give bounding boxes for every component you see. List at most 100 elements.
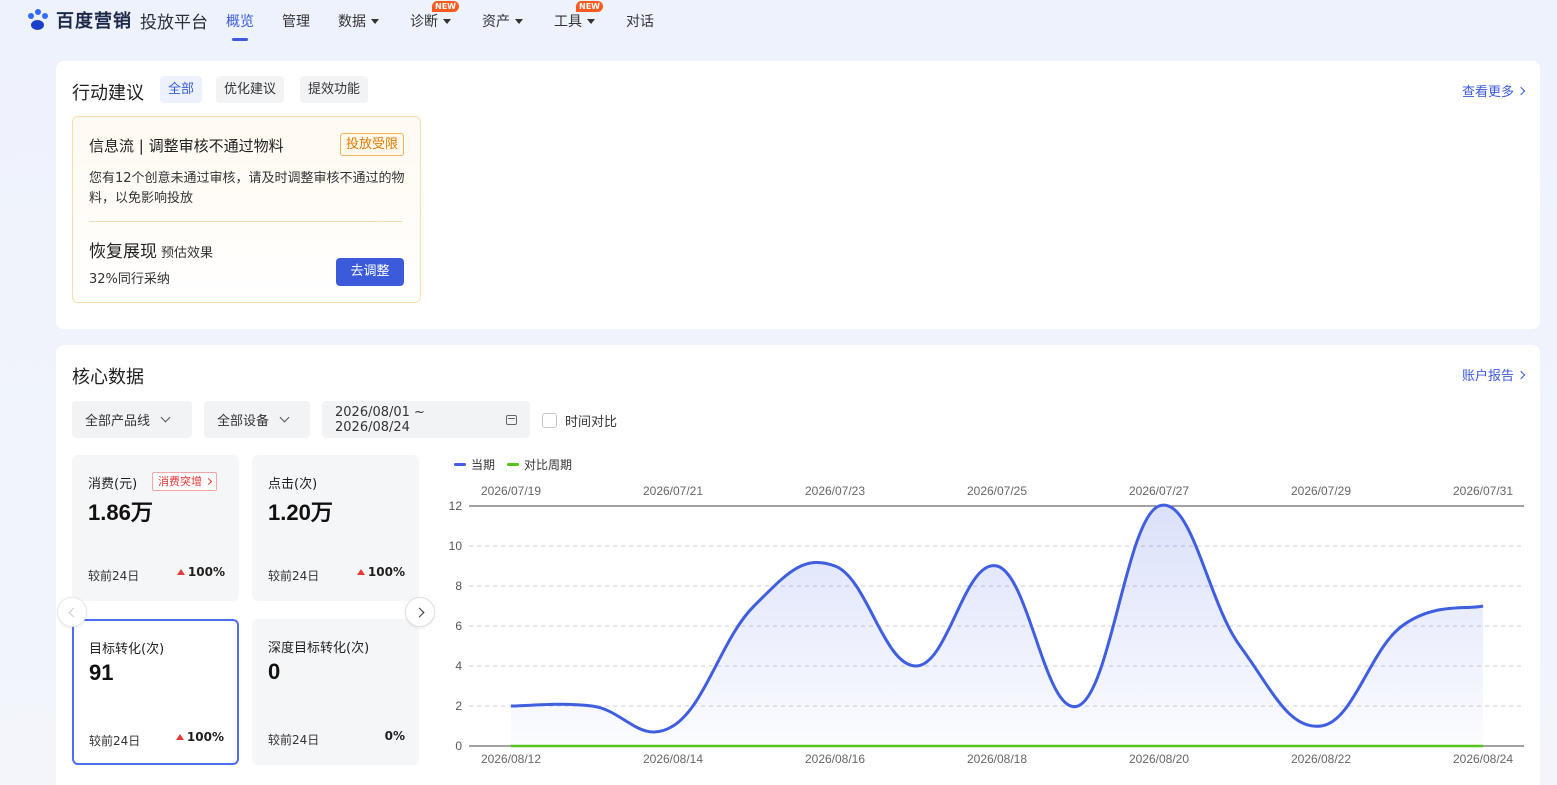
- y-tick-label: 4: [455, 659, 462, 673]
- view-more-label: 查看更多: [1461, 85, 1514, 100]
- metric-change-value: 100%: [186, 730, 224, 744]
- tab-efficiency[interactable]: 提效功能: [300, 76, 369, 103]
- metric-change-value: 100%: [367, 565, 405, 579]
- y-tick-label: 12: [449, 499, 463, 513]
- y-tick-label: 2: [455, 699, 462, 713]
- chevron-left-icon: [68, 607, 79, 618]
- divider: [89, 221, 403, 222]
- metric-compare-label: 较前24日: [268, 569, 320, 583]
- chevron-down-icon: [160, 412, 171, 423]
- nav-label: 管理: [282, 14, 310, 30]
- metric-value: 1.86万: [88, 500, 153, 525]
- top-nav: 百度营销 投放平台 概览 管理 数据 诊断 NEW 资产 工具 NEW 对话: [0, 0, 1557, 44]
- metric-tile-clicks[interactable]: 点击(次) 1.20万 较前24日 100%: [252, 455, 419, 601]
- chevron-right-icon: [1516, 370, 1526, 379]
- device-value: 全部设备: [217, 414, 270, 429]
- caret-down-icon: [443, 18, 451, 24]
- advice-description: 您有12个创意未通过审核，请及时调整审核不通过的物料，以免影响投放: [89, 171, 405, 206]
- x-compare-tick-label: 2026/07/25: [967, 484, 1027, 498]
- logo-brand: 百度营销: [56, 11, 132, 32]
- metric-compare-label: 较前24日: [268, 733, 320, 747]
- effect-sub-label: 预估效果: [161, 246, 214, 261]
- metric-label: 点击(次): [268, 477, 318, 492]
- nav-tools[interactable]: 工具 NEW: [554, 1, 603, 31]
- logo[interactable]: 百度营销 投放平台: [28, 8, 208, 33]
- x-compare-tick-label: 2026/07/27: [1129, 484, 1189, 498]
- metric-change-value: 0%: [384, 729, 405, 743]
- metric-change-value: 100%: [187, 565, 225, 579]
- trend-up-icon: [176, 569, 185, 575]
- x-tick-label: 2026/08/16: [805, 752, 865, 766]
- carousel-next-button[interactable]: [405, 597, 435, 627]
- nav-manage[interactable]: 管理: [282, 11, 310, 31]
- core-data-card: 核心数据 账户报告 全部产品线 全部设备 2026/08/01 ~ 2026/0…: [56, 345, 1540, 785]
- nav-assets[interactable]: 资产: [482, 11, 523, 31]
- view-more-link[interactable]: 查看更多: [1461, 81, 1526, 100]
- carousel-prev-button[interactable]: [57, 597, 87, 627]
- advice-title: 信息流 | 调整审核不通过物料: [89, 137, 284, 155]
- nav-diagnose[interactable]: 诊断 NEW: [410, 1, 459, 31]
- metric-value: 0: [268, 659, 281, 684]
- x-compare-tick-label: 2026/07/29: [1291, 484, 1351, 498]
- metric-change: 100%: [175, 730, 224, 744]
- new-badge: NEW: [576, 1, 603, 12]
- nav-label: 资产: [482, 14, 510, 30]
- effect-label: 恢复展现: [89, 242, 157, 262]
- tab-all[interactable]: 全部: [160, 76, 203, 103]
- nav-chat[interactable]: 对话: [626, 11, 654, 31]
- chevron-right-icon: [204, 477, 213, 486]
- y-tick-label: 10: [449, 539, 463, 553]
- metric-tile-deep-conversions[interactable]: 深度目标转化(次) 0 较前24日 0%: [252, 619, 419, 765]
- metric-value: 91: [89, 660, 114, 685]
- baidu-paw-icon: [28, 9, 52, 31]
- advice-effect: 恢复展现 预估效果: [89, 237, 213, 262]
- metric-change: 0%: [385, 729, 405, 743]
- metric-compare-label: 较前24日: [89, 734, 141, 748]
- time-compare-label: 时间对比: [565, 415, 618, 430]
- checkbox-box[interactable]: [542, 413, 557, 428]
- advice-card: 信息流 | 调整审核不通过物料 投放受限 您有12个创意未通过审核，请及时调整审…: [72, 116, 421, 303]
- account-report-link[interactable]: 账户报告: [1462, 365, 1526, 384]
- device-select[interactable]: 全部设备: [204, 401, 310, 438]
- y-tick-label: 6: [455, 619, 462, 633]
- date-range-value: 2026/08/01 ~ 2026/08/24: [335, 404, 425, 435]
- product-line-value: 全部产品线: [85, 414, 151, 429]
- tab-optimize[interactable]: 优化建议: [216, 76, 285, 103]
- date-range-picker[interactable]: 2026/08/01 ~ 2026/08/24: [322, 401, 530, 438]
- trend-up-icon: [175, 734, 184, 740]
- section-title: 行动建议: [72, 83, 144, 104]
- product-line-select[interactable]: 全部产品线: [72, 401, 192, 438]
- metric-change: 100%: [176, 565, 225, 579]
- nav-label: 概览: [226, 14, 254, 30]
- new-badge: NEW: [432, 1, 459, 12]
- y-tick-label: 8: [455, 579, 462, 593]
- y-tick-label: 0: [455, 739, 462, 753]
- x-compare-tick-label: 2026/07/19: [481, 484, 541, 498]
- metric-change: 100%: [356, 565, 405, 579]
- status-badge: 投放受限: [339, 133, 404, 156]
- nav-overview[interactable]: 概览: [226, 11, 254, 31]
- cost-surge-badge[interactable]: 消费突增: [152, 472, 217, 491]
- adoption-rate: 32%同行采纳: [89, 272, 170, 287]
- nav-label: 数据: [338, 14, 366, 30]
- chevron-right-icon: [1516, 86, 1526, 95]
- x-tick-label: 2026/08/12: [481, 752, 541, 766]
- nav-data[interactable]: 数据: [338, 11, 379, 31]
- x-tick-label: 2026/08/20: [1129, 752, 1189, 766]
- chevron-right-icon: [414, 607, 425, 618]
- adjust-button[interactable]: 去调整: [336, 258, 404, 286]
- metric-label: 目标转化(次): [89, 642, 165, 657]
- nav-label: 对话: [626, 14, 654, 30]
- caret-down-icon: [587, 18, 595, 24]
- chevron-down-icon: [279, 412, 290, 423]
- badge-label: 消费突增: [158, 475, 202, 488]
- metric-compare-label: 较前24日: [88, 569, 140, 583]
- trend-chart: 0 2 4 6 8 10 12 2026/08/12 2026/08/14 2026/08/16 2…: [449, 484, 1524, 766]
- time-compare-checkbox[interactable]: 时间对比: [542, 411, 617, 430]
- metric-label: 深度目标转化(次): [268, 641, 370, 656]
- nav-label: 工具: [554, 14, 582, 30]
- metric-value: 1.20万: [268, 500, 333, 525]
- x-compare-tick-label: 2026/07/31: [1453, 484, 1513, 498]
- metric-tile-conversions[interactable]: 目标转化(次) 91 较前24日 100%: [72, 619, 239, 765]
- metric-tile-cost[interactable]: 消费(元) 消费突增 1.86万 较前24日 100%: [72, 455, 239, 601]
